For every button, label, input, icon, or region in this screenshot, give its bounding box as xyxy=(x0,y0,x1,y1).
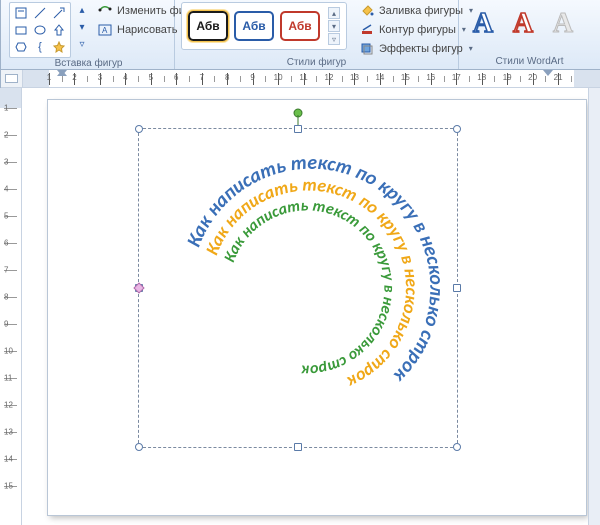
shape-textbox-icon[interactable] xyxy=(12,5,30,21)
vruler-number: 14 xyxy=(4,455,13,464)
shape-hex-icon[interactable] xyxy=(12,39,30,55)
shape-oval-icon[interactable] xyxy=(31,22,49,38)
vruler-number: 12 xyxy=(4,401,13,410)
style-gallery-nav: ▴ ▾ ▿ xyxy=(328,7,340,45)
style-gallery-up-icon[interactable]: ▴ xyxy=(328,7,340,19)
wordart-preset-1[interactable]: A xyxy=(465,6,501,42)
shape-uparrow-icon[interactable] xyxy=(50,22,68,38)
vruler-number: 8 xyxy=(4,293,8,302)
ruler-number: 16 xyxy=(426,73,435,82)
shapes-gallery-nav: ▴ ▾ ▿ xyxy=(75,2,89,52)
group-label-styles: Стили фигур xyxy=(181,57,452,70)
ruler-number: 17 xyxy=(452,73,461,82)
group-label-wordart: Стили WordArt xyxy=(465,56,594,69)
ruler-number: 5 xyxy=(149,73,153,82)
shape-fill-label: Заливка фигуры xyxy=(379,5,463,17)
vertical-scrollbar[interactable] xyxy=(588,88,600,525)
svg-text:A: A xyxy=(102,26,108,35)
vruler-number: 2 xyxy=(4,131,8,140)
shape-arrow-icon[interactable] xyxy=(50,5,68,21)
vruler-number: 5 xyxy=(4,212,8,221)
ruler-number: 10 xyxy=(274,73,283,82)
ruler-number: 9 xyxy=(250,73,254,82)
shape-brace-icon[interactable]: { xyxy=(31,39,49,55)
effects-icon xyxy=(359,41,375,57)
vruler-number: 10 xyxy=(4,347,13,356)
group-insert-shapes: { ▴ ▾ ▿ Изменить фигуру ▾ A Нарисовать н… xyxy=(3,0,175,69)
shapes-gallery[interactable]: { xyxy=(9,2,71,58)
wordart-gallery[interactable]: A A A xyxy=(465,2,581,42)
ruler-number: 2 xyxy=(72,73,76,82)
ruler-number: 1 xyxy=(47,73,51,82)
gallery-up-icon[interactable]: ▴ xyxy=(75,2,89,18)
ruler-number: 15 xyxy=(401,73,410,82)
ruler-number: 11 xyxy=(299,73,307,82)
ruler-number: 13 xyxy=(350,73,359,82)
ruler-number: 19 xyxy=(503,73,512,82)
edit-shape-icon xyxy=(97,3,113,19)
vruler-number: 4 xyxy=(4,185,8,194)
shape-line-icon[interactable] xyxy=(31,5,49,21)
shape-star-icon[interactable] xyxy=(50,39,68,55)
vruler-number: 1 xyxy=(4,104,8,113)
vruler-number: 6 xyxy=(4,239,8,248)
vruler-number: 13 xyxy=(4,428,13,437)
ruler-number: 18 xyxy=(477,73,486,82)
ruler-row: 123456789101112131415161718192021 xyxy=(1,70,600,88)
vruler-number: 11 xyxy=(4,374,12,383)
shape-outline-label: Контур фигуры xyxy=(379,24,456,36)
shape-style-gallery[interactable]: Абв Абв Абв ▴ ▾ ▿ xyxy=(181,2,347,50)
vruler-number: 15 xyxy=(4,482,13,491)
style-gallery-down-icon[interactable]: ▾ xyxy=(328,20,340,32)
ruler-number: 14 xyxy=(375,73,384,82)
wordart-object[interactable]: Как написать текст по кругу в несколько … xyxy=(139,129,457,447)
wordart-preset-3[interactable]: A xyxy=(545,6,581,42)
ruler-number: 8 xyxy=(225,73,229,82)
pen-outline-icon xyxy=(359,22,375,38)
vertical-ruler[interactable]: 123456789101112131415 xyxy=(0,88,22,525)
selection-box[interactable]: Как написать текст по кругу в несколько … xyxy=(138,128,458,448)
group-shape-styles: Абв Абв Абв ▴ ▾ ▿ Заливка фигуры ▾ Конту… xyxy=(175,0,459,69)
canvas-area[interactable]: Как написать текст по кругу в несколько … xyxy=(22,88,600,525)
style-swatch-3[interactable]: Абв xyxy=(280,11,320,41)
group-wordart-styles: A A A Стили WordArt xyxy=(459,0,600,69)
ring-text-3: Как написать текст по кругу в несколько … xyxy=(220,196,398,379)
ruler-number: 20 xyxy=(528,73,537,82)
ruler-number: 4 xyxy=(123,73,127,82)
paint-bucket-icon xyxy=(359,3,375,19)
ruler-number: 3 xyxy=(98,73,102,82)
ruler-corner xyxy=(1,70,23,87)
ribbon: { ▴ ▾ ▿ Изменить фигуру ▾ A Нарисовать н… xyxy=(1,0,600,70)
gallery-more-icon[interactable]: ▿ xyxy=(75,36,89,52)
gallery-down-icon[interactable]: ▾ xyxy=(75,19,89,35)
horizontal-ruler[interactable]: 123456789101112131415161718192021 xyxy=(23,70,600,87)
vruler-number: 7 xyxy=(4,266,8,275)
textbox-icon: A xyxy=(97,22,113,38)
shape-effects-label: Эффекты фигур xyxy=(379,43,463,55)
style-swatch-2[interactable]: Абв xyxy=(234,11,274,41)
ruler-number: 21 xyxy=(554,73,563,82)
ruler-number: 12 xyxy=(325,73,334,82)
shape-rect-icon[interactable] xyxy=(12,22,30,38)
ruler-number: 7 xyxy=(199,73,203,82)
style-gallery-more-icon[interactable]: ▿ xyxy=(328,33,340,45)
page: Как написать текст по кругу в несколько … xyxy=(48,100,586,515)
workspace: 123456789101112131415 xyxy=(0,88,600,525)
svg-text:Как написать текст по кругу в: Как написать текст по кругу в несколько … xyxy=(220,196,398,379)
wordart-preset-2[interactable]: A xyxy=(505,6,541,42)
vruler-number: 3 xyxy=(4,158,8,167)
style-swatch-1[interactable]: Абв xyxy=(188,11,228,41)
ruler-number: 6 xyxy=(174,73,178,82)
vruler-number: 9 xyxy=(4,320,8,329)
